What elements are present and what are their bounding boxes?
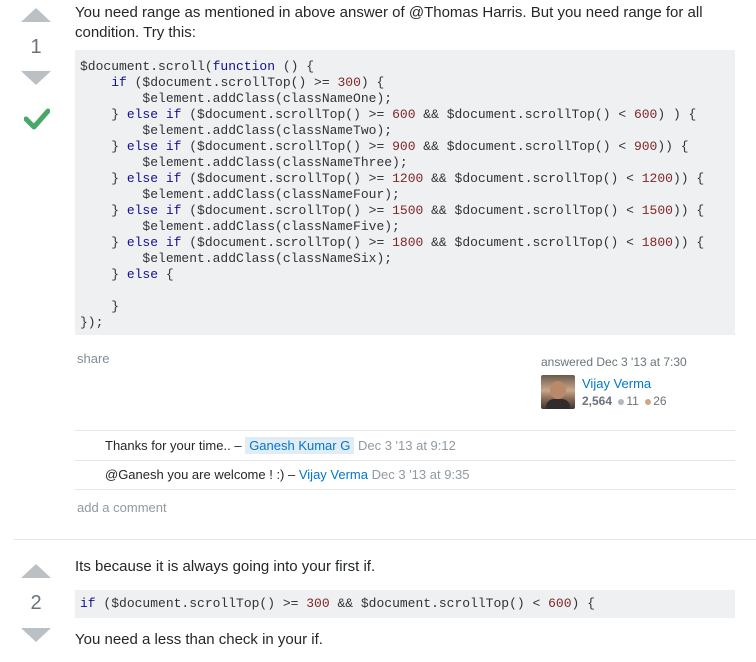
comment-user-link[interactable]: Vijay Verma <box>299 467 368 482</box>
user-stats: 2,564 11 26 <box>582 394 667 408</box>
comment-text: Thanks for your time.. – <box>105 438 242 453</box>
bronze-badge-icon <box>645 399 652 405</box>
divider <box>75 460 735 461</box>
divider <box>75 489 735 490</box>
comment-date[interactable]: Dec 3 '13 at 9:35 <box>372 467 470 482</box>
code-block: $document.scroll(function () { if ($docu… <box>75 50 735 335</box>
share-link[interactable]: share <box>77 351 110 366</box>
silver-badge-icon <box>618 399 625 405</box>
comment-user-link[interactable]: Ganesh Kumar G <box>245 437 355 454</box>
comment-2: @Ganesh you are welcome ! :) – Vijay Ver… <box>105 467 470 482</box>
user-name-link[interactable]: Vijay Verma <box>582 376 651 391</box>
bronze-badge-count: 26 <box>653 394 667 408</box>
downvote-button[interactable] <box>21 628 51 642</box>
vote-count: 1 <box>30 36 42 58</box>
vote-count: 2 <box>30 592 42 614</box>
answer-intro-text: You need range as mentioned in above ans… <box>75 4 703 41</box>
answer-separator <box>14 539 756 540</box>
answered-timestamp: answered Dec 3 '13 at 7:30 <box>541 355 687 369</box>
reputation-score: 2,564 <box>582 394 613 408</box>
upvote-button[interactable] <box>21 8 51 22</box>
code-block: if ($document.scrollTop() >= 300 && $doc… <box>75 590 735 618</box>
comment-date[interactable]: Dec 3 '13 at 9:12 <box>358 438 456 453</box>
answer-outro-text: You need a less than check in your if. <box>75 631 323 648</box>
comment-1: Thanks for your time.. – Ganesh Kumar G … <box>105 437 456 454</box>
add-comment-link[interactable]: add a comment <box>77 500 167 515</box>
downvote-button[interactable] <box>21 71 51 85</box>
code-text: if ($document.scrollTop() >= 300 && $doc… <box>75 590 735 612</box>
answer-intro-text: Its because it is always going into your… <box>75 558 376 575</box>
comment-text: @Ganesh you are welcome ! :) – <box>105 467 296 482</box>
upvote-button[interactable] <box>21 564 51 578</box>
avatar[interactable] <box>541 375 575 409</box>
divider <box>75 430 735 431</box>
silver-badge-count: 11 <box>626 394 639 408</box>
checkmark-icon <box>24 108 50 130</box>
code-text: $document.scroll(function () { if ($docu… <box>75 50 735 331</box>
